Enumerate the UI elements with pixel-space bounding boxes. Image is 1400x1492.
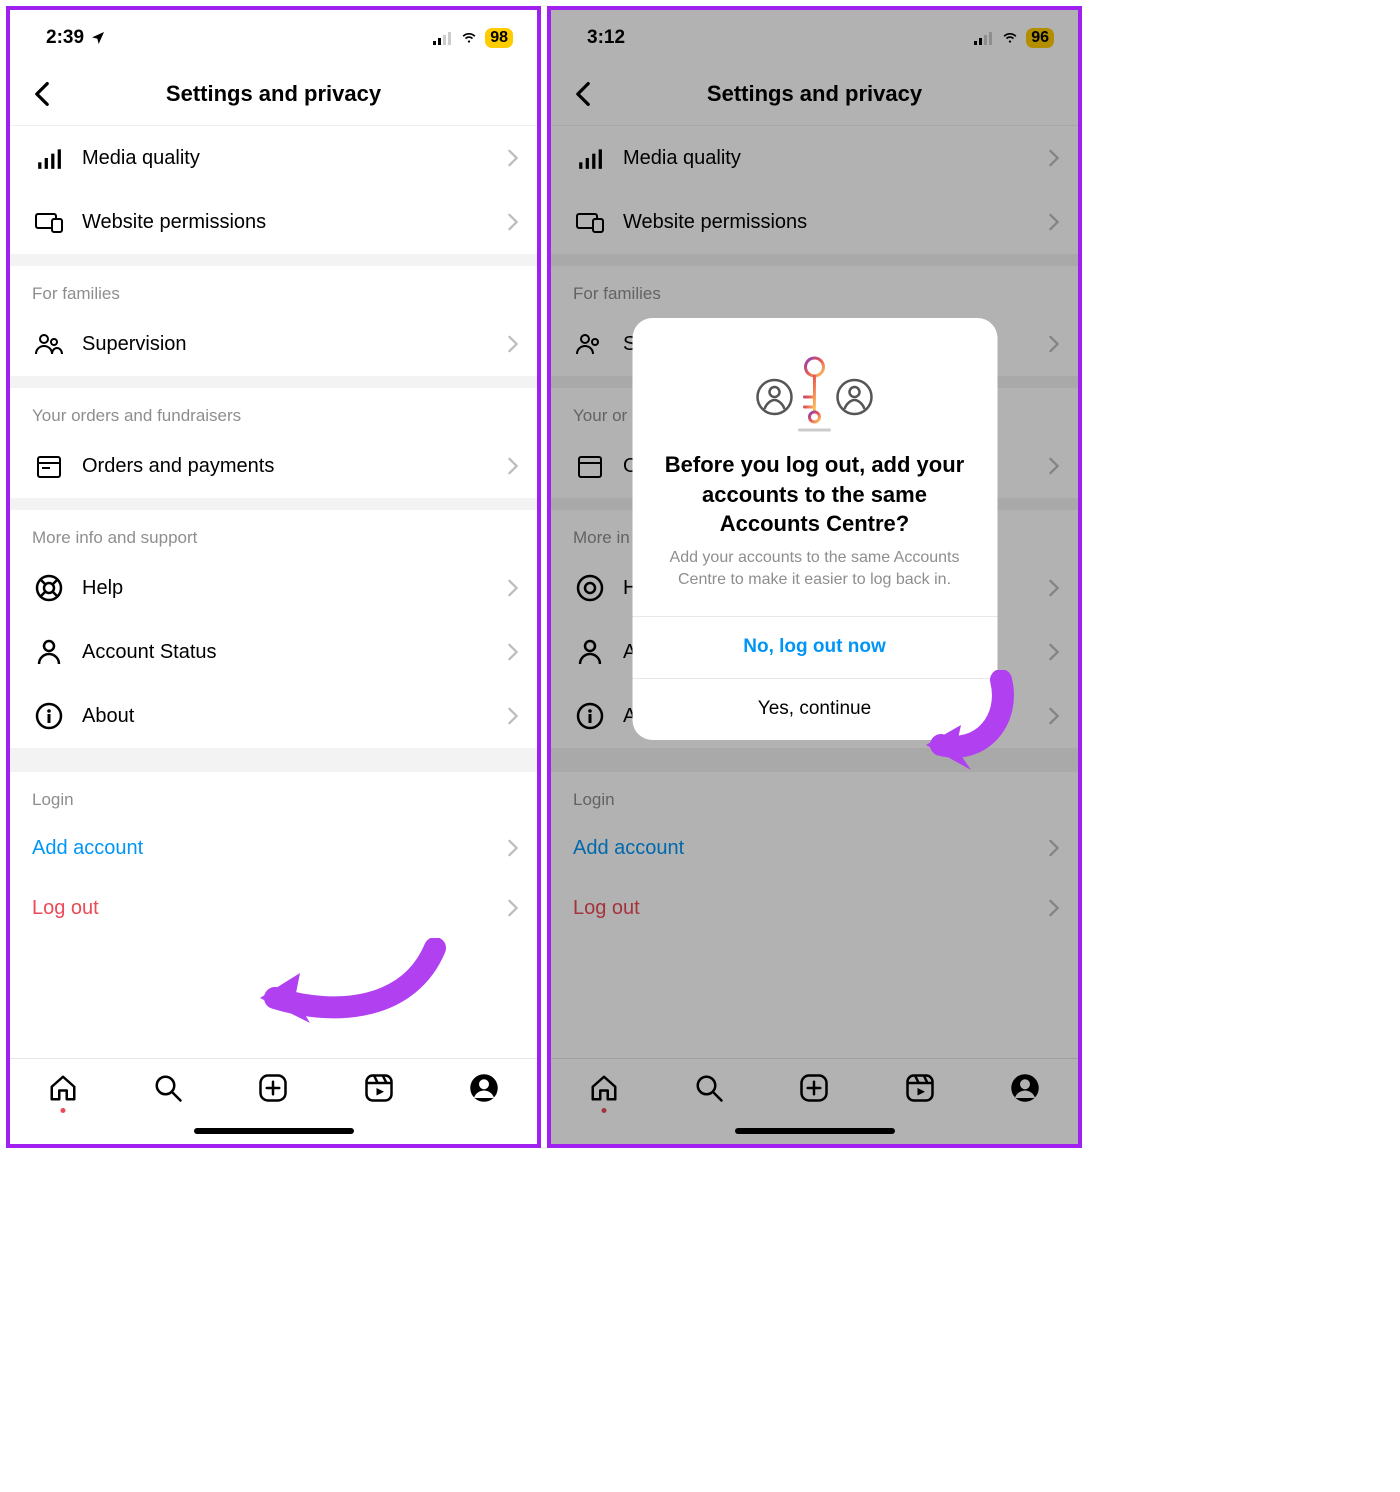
row-label: Account Status: [82, 641, 507, 664]
bars-icon: [32, 141, 66, 175]
nav-header: Settings and privacy: [10, 62, 537, 126]
row-add-account[interactable]: Add account: [10, 818, 537, 878]
row-website-permissions[interactable]: Website permissions: [10, 190, 537, 254]
settings-list: Media quality Website permissions For fa…: [10, 126, 537, 1058]
cellular-icon: [433, 31, 453, 45]
section-login: Login: [10, 772, 537, 818]
chevron-right-icon: [507, 457, 519, 475]
section-families: For families: [10, 266, 537, 312]
nav-reels[interactable]: [362, 1071, 396, 1105]
nav-search[interactable]: [151, 1071, 185, 1105]
modal-title: Before you log out, add your accounts to…: [632, 438, 997, 545]
nav-profile[interactable]: [467, 1071, 501, 1105]
row-media-quality[interactable]: Media quality: [10, 126, 537, 190]
nav-new-post[interactable]: [256, 1071, 290, 1105]
chevron-right-icon: [507, 643, 519, 661]
status-bar: 2:39 98: [10, 10, 537, 62]
chevron-right-icon: [507, 579, 519, 597]
person-icon: [32, 635, 66, 669]
wifi-icon: [459, 31, 479, 45]
row-label: Website permissions: [82, 211, 507, 234]
add-account-link: Add account: [32, 837, 143, 860]
row-label: Help: [82, 577, 507, 600]
section-info: More info and support: [10, 510, 537, 556]
row-label: Orders and payments: [82, 455, 507, 478]
row-label: Supervision: [82, 333, 507, 356]
home-indicator: [194, 1128, 354, 1134]
modal-illustration: [632, 318, 997, 438]
page-title: Settings and privacy: [10, 81, 537, 107]
section-orders: Your orders and fundraisers: [10, 388, 537, 434]
modal-desc: Add your accounts to the same Accounts C…: [632, 545, 997, 616]
modal-continue-button[interactable]: Yes, continue: [632, 678, 997, 740]
row-about[interactable]: About: [10, 684, 537, 748]
devices-icon: [32, 205, 66, 239]
back-button[interactable]: [22, 74, 62, 114]
row-label: About: [82, 705, 507, 728]
location-icon: [90, 30, 106, 46]
battery-badge: 98: [485, 28, 513, 48]
chevron-right-icon: [507, 335, 519, 353]
info-icon: [32, 699, 66, 733]
nav-home[interactable]: [46, 1071, 80, 1105]
chevron-right-icon: [507, 899, 519, 917]
row-supervision[interactable]: Supervision: [10, 312, 537, 376]
row-orders-payments[interactable]: Orders and payments: [10, 434, 537, 498]
people-icon: [32, 327, 66, 361]
row-label: Media quality: [82, 147, 507, 170]
phone-right: 3:12 96 Settings and privacy Media quali…: [547, 6, 1082, 1148]
chevron-right-icon: [507, 213, 519, 231]
phone-left: 2:39 98 Settings and privacy Media quali…: [6, 6, 541, 1148]
box-icon: [32, 449, 66, 483]
chevron-right-icon: [507, 149, 519, 167]
log-out-link: Log out: [32, 897, 99, 920]
lifebuoy-icon: [32, 571, 66, 605]
row-help[interactable]: Help: [10, 556, 537, 620]
logout-modal: Before you log out, add your accounts to…: [632, 318, 997, 740]
chevron-right-icon: [507, 707, 519, 725]
status-time: 2:39: [46, 27, 84, 49]
row-log-out[interactable]: Log out: [10, 878, 537, 938]
row-account-status[interactable]: Account Status: [10, 620, 537, 684]
modal-logout-now-button[interactable]: No, log out now: [632, 616, 997, 678]
chevron-right-icon: [507, 839, 519, 857]
